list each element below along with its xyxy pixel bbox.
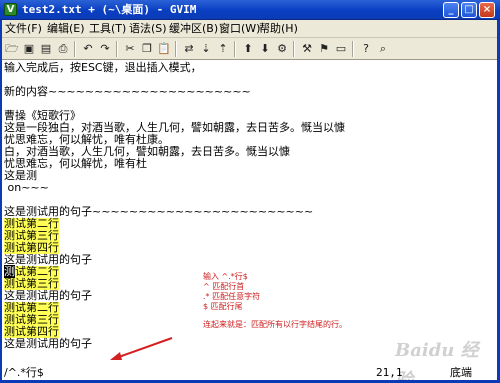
menu-file[interactable]: 文件(F) (4, 20, 43, 38)
cursor-position: 21,1 (376, 366, 403, 379)
title-bar: V test2.txt + (~\桌面) - GVIM _ □ × (0, 0, 500, 20)
find-next-icon[interactable]: ⇣ (198, 41, 214, 57)
menu-tools[interactable]: 工具(T) (88, 20, 127, 38)
window-frame (0, 20, 2, 383)
jump-tag-icon[interactable]: ▭ (333, 41, 349, 57)
red-arrow-icon (110, 337, 173, 360)
copy-icon[interactable]: ❐ (139, 41, 155, 57)
window-title: test2.txt + (~\桌面) - GVIM (22, 3, 197, 16)
command-line[interactable]: /^.*行$ (4, 366, 44, 380)
replace-icon[interactable]: ⇄ (181, 41, 197, 57)
print-icon[interactable]: ⎙ (55, 41, 71, 57)
undo-icon[interactable]: ↶ (80, 41, 96, 57)
toolbar-separator (116, 41, 118, 57)
toolbar: 🗁 ▣ ▤ ⎙ ↶ ↷ ✂ ❐ 📋 ⇄ ⇣ ⇡ ⬆ ⬇ ⚙ ⚒ ⚑ ▭ ? ⌕ (0, 38, 500, 60)
menu-buffers[interactable]: 缓冲区(B) (168, 20, 219, 38)
annotation-line: 输入 ^.*行$ (203, 272, 248, 281)
minimize-button[interactable]: _ (443, 2, 459, 18)
menu-window[interactable]: 窗口(W) (218, 20, 261, 38)
toolbar-separator (234, 41, 236, 57)
editor-line: on~~~ (4, 181, 49, 194)
paste-icon[interactable]: 📋 (156, 41, 172, 57)
gvim-logo-icon: V (4, 3, 17, 16)
make-icon[interactable]: ⚒ (299, 41, 315, 57)
cut-icon[interactable]: ✂ (122, 41, 138, 57)
toolbar-separator (175, 41, 177, 57)
annotation-line: $ 匹配行尾 (203, 302, 243, 311)
redo-icon[interactable]: ↷ (97, 41, 113, 57)
annotation-summary: 连起来就是：匹配所有以行字结尾的行。 (203, 320, 347, 329)
close-button[interactable]: × (479, 2, 495, 18)
maximize-button[interactable]: □ (461, 2, 477, 18)
save-session-icon[interactable]: ⬇ (257, 41, 273, 57)
help-icon[interactable]: ? (358, 41, 374, 57)
scroll-position: 底端 (450, 366, 472, 379)
find-prev-icon[interactable]: ⇡ (215, 41, 231, 57)
editor-line: 这是测试用的句子 (4, 337, 92, 350)
menu-bar: 文件(F) 编辑(E) 工具(T) 语法(S) 缓冲区(B) 窗口(W) 帮助(… (0, 20, 500, 38)
save-icon[interactable]: ▣ (21, 41, 37, 57)
menu-help[interactable]: 帮助(H) (258, 20, 299, 38)
toolbar-separator (293, 41, 295, 57)
open-icon[interactable]: 🗁 (4, 41, 20, 57)
run-ctags-icon[interactable]: ⚑ (316, 41, 332, 57)
toolbar-separator (74, 41, 76, 57)
editor-line: 输入完成后，按ESC键，退出插入模式， (4, 61, 202, 74)
menu-syntax[interactable]: 语法(S) (128, 20, 168, 38)
annotation-line: .* 匹配任意字符 (203, 292, 261, 301)
menu-edit[interactable]: 编辑(E) (46, 20, 86, 38)
toolbar-separator (352, 41, 354, 57)
annotation-line: ^ 匹配行首 (203, 282, 245, 291)
load-session-icon[interactable]: ⬆ (240, 41, 256, 57)
save-all-icon[interactable]: ▤ (38, 41, 54, 57)
watermark-logo: Baidu 经验 (395, 340, 479, 383)
find-help-icon[interactable]: ⌕ (375, 41, 391, 57)
editor-line: 新的内容~~~~~~~~~~~~~~~~~~~~~~ (4, 85, 251, 98)
run-script-icon[interactable]: ⚙ (274, 41, 290, 57)
